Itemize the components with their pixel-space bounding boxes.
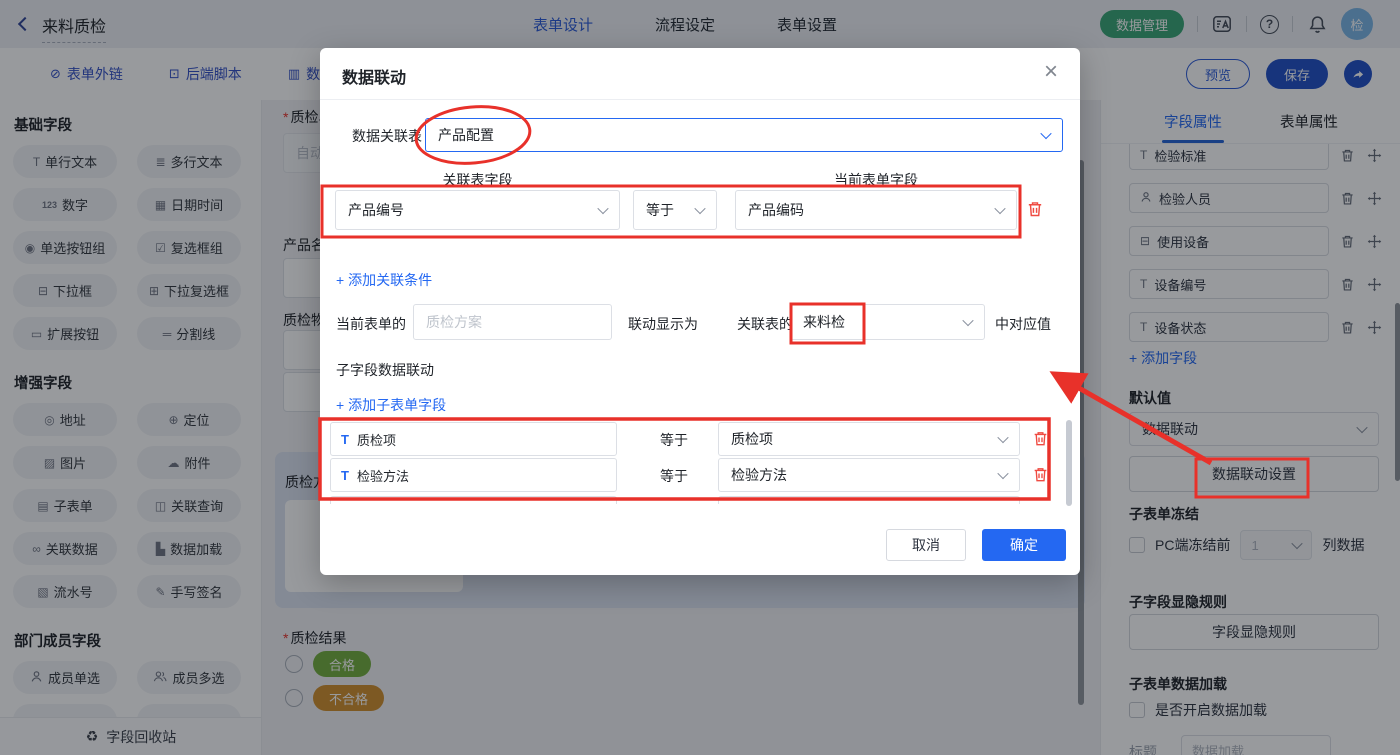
modal-scrollbar[interactable] (1066, 420, 1072, 506)
relation-display-value: 来料检 (803, 312, 845, 332)
modal-header: 数据联动 × (320, 48, 1080, 100)
current-form-prefix: 当前表单的 (336, 314, 406, 334)
subfield-target-partial (718, 496, 1020, 504)
of-relation-table-label: 关联表的 (737, 314, 793, 334)
delete-subfield-icon[interactable] (1032, 466, 1050, 484)
col-header-relation-field: 关联表字段 (335, 170, 620, 190)
subfield-op-1: 等于 (660, 430, 688, 450)
chevron-down-icon (997, 468, 1008, 479)
relation-table-value: 产品配置 (438, 125, 494, 145)
corresponding-value-label: 中对应值 (995, 314, 1051, 334)
display-field-input[interactable] (413, 304, 612, 340)
linkage-show-as-label: 联动显示为 (628, 314, 698, 334)
subfield-source-partial (330, 496, 617, 504)
add-condition-link[interactable]: + 添加关联条件 (336, 270, 432, 290)
subfield-linkage-title: 子字段数据联动 (336, 360, 434, 380)
cancel-button[interactable]: 取消 (886, 529, 966, 561)
subfield-target-select-1[interactable]: 质检项 (718, 422, 1020, 456)
relation-field-select[interactable]: 产品编号 (335, 190, 620, 230)
relation-field-value: 产品编号 (348, 200, 404, 220)
subfield-source-label: 质检项 (357, 430, 396, 449)
confirm-button[interactable]: 确定 (982, 529, 1066, 561)
operator-value: 等于 (646, 200, 674, 220)
col-header-current-field: 当前表单字段 (735, 170, 1017, 190)
close-icon[interactable]: × (1044, 60, 1058, 84)
chevron-down-icon (694, 203, 705, 214)
delete-subfield-icon[interactable] (1032, 430, 1050, 448)
relation-table-label: 数据关联表 (352, 126, 422, 146)
relation-table-select[interactable]: 产品配置 (425, 118, 1063, 152)
chevron-down-icon (962, 315, 973, 326)
add-subform-field-link[interactable]: + 添加子表单字段 (336, 395, 446, 415)
operator-select[interactable]: 等于 (633, 190, 717, 230)
current-field-value: 产品编码 (748, 200, 804, 220)
subfield-source-2[interactable]: T 检验方法 (330, 458, 617, 492)
subfield-source-1[interactable]: T 质检项 (330, 422, 617, 456)
chevron-down-icon (1040, 128, 1051, 139)
chevron-down-icon (994, 203, 1005, 214)
relation-display-select[interactable]: 来料检 (790, 304, 985, 340)
chevron-down-icon (597, 203, 608, 214)
chevron-down-icon (997, 432, 1008, 443)
subfield-target-value: 质检项 (731, 429, 773, 449)
text-icon: T (341, 432, 349, 447)
current-field-select[interactable]: 产品编码 (735, 190, 1017, 230)
data-linkage-modal: 数据联动 × 数据关联表 产品配置 关联表字段 当前表单字段 产品编号 等于 产… (320, 48, 1080, 575)
text-icon: T (341, 468, 349, 483)
subfield-source-label: 检验方法 (357, 466, 409, 485)
delete-condition-icon[interactable] (1026, 200, 1044, 218)
modal-title: 数据联动 (342, 64, 406, 88)
subfield-target-value: 检验方法 (731, 465, 787, 485)
subfield-op-2: 等于 (660, 466, 688, 486)
subfield-target-select-2[interactable]: 检验方法 (718, 458, 1020, 492)
